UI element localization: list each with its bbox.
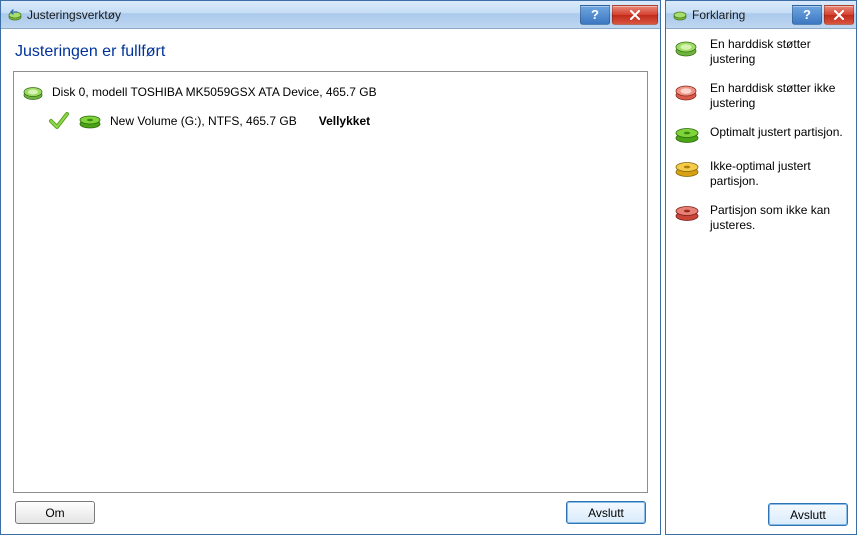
legend-text: Partisjon som ikke kan justeres.: [710, 203, 848, 233]
legend-help-button[interactable]: ?: [792, 5, 822, 25]
disk-row: Disk 0, modell TOSHIBA MK5059GSX ATA Dev…: [22, 82, 639, 102]
close-window-button[interactable]: [612, 5, 658, 25]
about-button[interactable]: Om: [15, 501, 95, 524]
checkmark-icon: [48, 110, 70, 132]
partition-green-icon: [78, 112, 102, 130]
legend-text: Optimalt justert partisjon.: [710, 125, 843, 140]
legend-close-button[interactable]: Avslutt: [768, 503, 848, 526]
legend-item: En harddisk støtter justering: [674, 37, 848, 67]
main-footer: Om Avslutt: [13, 493, 648, 526]
volume-status: Vellykket: [319, 114, 370, 128]
partition-yellow-icon: [674, 159, 702, 179]
hdd-green-icon: [674, 37, 702, 59]
legend-body: En harddisk støtter justering En harddis…: [666, 29, 856, 499]
legend-item: Ikke-optimal justert partisjon.: [674, 159, 848, 189]
legend-item: Optimalt justert partisjon.: [674, 125, 848, 145]
partition-green-icon: [674, 125, 702, 145]
legend-close-window-button[interactable]: [824, 5, 854, 25]
volume-label: New Volume (G:), NTFS, 465.7 GB: [110, 114, 297, 128]
partition-red-icon: [674, 203, 702, 223]
legend-text: En harddisk støtter ikke justering: [710, 81, 848, 111]
legend-app-icon: [672, 7, 688, 23]
hdd-green-icon: [22, 82, 46, 102]
hdd-red-icon: [674, 81, 702, 103]
legend-text: Ikke-optimal justert partisjon.: [710, 159, 848, 189]
disk-label: Disk 0, modell TOSHIBA MK5059GSX ATA Dev…: [52, 85, 377, 99]
close-icon: [833, 10, 845, 20]
legend-footer: Avslutt: [666, 499, 856, 534]
legend-window: Forklaring ? En harddisk støtter justeri…: [665, 0, 857, 535]
main-window-title: Justeringsverktøy: [27, 8, 578, 22]
legend-titlebar[interactable]: Forklaring ?: [666, 1, 856, 29]
volume-row: New Volume (G:), NTFS, 465.7 GB Vellykke…: [48, 110, 639, 132]
legend-item: Partisjon som ikke kan justeres.: [674, 203, 848, 233]
close-icon: [629, 10, 641, 20]
close-button[interactable]: Avslutt: [566, 501, 646, 524]
legend-item: En harddisk støtter ikke justering: [674, 81, 848, 111]
legend-text: En harddisk støtter justering: [710, 37, 848, 67]
main-window: Justeringsverktøy ? Justeringen er fullf…: [0, 0, 661, 535]
legend-window-title: Forklaring: [692, 8, 790, 22]
help-button[interactable]: ?: [580, 5, 610, 25]
app-icon: [7, 7, 23, 23]
page-title: Justeringen er fullført: [15, 43, 646, 61]
results-panel: Disk 0, modell TOSHIBA MK5059GSX ATA Dev…: [13, 71, 648, 493]
main-content: Justeringen er fullført Disk 0, modell T…: [1, 29, 660, 534]
main-titlebar[interactable]: Justeringsverktøy ?: [1, 1, 660, 29]
